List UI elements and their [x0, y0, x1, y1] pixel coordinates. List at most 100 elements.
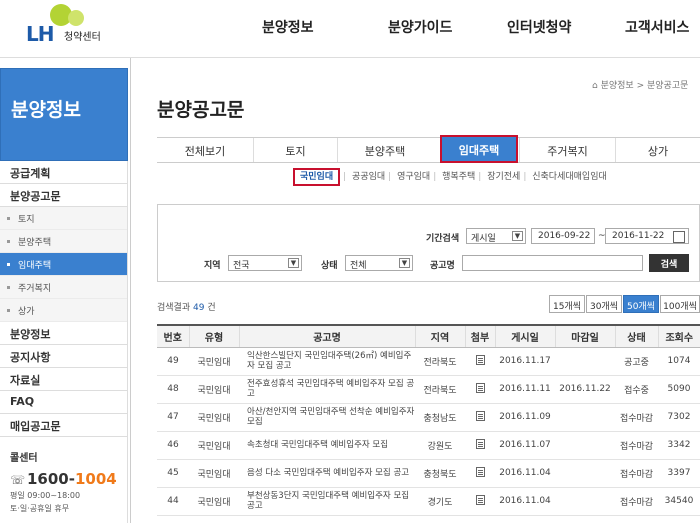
sidebar-subitem-housing-welfare[interactable]: 주거복지 [0, 276, 127, 299]
category-tabs: 전체보기 토지 분양주택 임대주택 주거복지 상가 [157, 135, 700, 163]
tab-housing-welfare[interactable]: 주거복지 [519, 138, 615, 162]
cell-title-link[interactable]: 음성 다소 국민임대주택 예비입주자 모집 공고 [239, 459, 415, 488]
result-number: 49 [193, 303, 205, 313]
region-select[interactable]: 전국 ▼ [228, 255, 302, 271]
tab-land[interactable]: 토지 [253, 138, 337, 162]
cell-region: 경기도 [415, 487, 465, 516]
date-to-input[interactable]: 2016-11-22 [605, 228, 689, 244]
table-row[interactable]: 44 국민임대 부천상동3단지 국민임대주택 예비입주자 모집 공고 경기도 2… [157, 487, 700, 516]
sidebar-item-supply-plan[interactable]: 공급계획 [0, 161, 127, 184]
cell-deadline [555, 459, 615, 488]
attachment-icon[interactable] [475, 438, 485, 449]
subtab-divider: | [433, 172, 437, 182]
subtab-public-rental[interactable]: 공공임대 [352, 172, 385, 182]
cell-views: 3397 [658, 459, 700, 488]
cell-deadline [555, 347, 615, 376]
cell-no: 46 [157, 431, 189, 460]
calendar-icon[interactable] [673, 231, 685, 243]
table-row[interactable]: 48 국민임대 전주효성휴석 국민임대주택 예비입주자 모집 공고 전라북도 2… [157, 375, 700, 404]
pagesize-100[interactable]: 100개씩 [660, 295, 700, 313]
pagesize-50[interactable]: 50개씩 [623, 295, 659, 313]
sidebar-item-purchase-notices[interactable]: 매입공고문 [0, 414, 127, 437]
period-label: 기간검색 [426, 234, 460, 244]
notice-name-input[interactable] [462, 255, 643, 271]
subtab-divider: | [478, 172, 482, 182]
cell-title-link[interactable]: 전주효성휴석 국민임대주택 예비입주자 모집 공고 [239, 375, 415, 404]
subtab-permanent-rental[interactable]: 영구임대 [397, 172, 430, 182]
table-row[interactable]: 46 국민임대 속초청대 국민임대주택 예비입주자 모집 강원도 2016.11… [157, 431, 700, 460]
cell-title-link[interactable]: 익산한스빌단지 국민임대주택(26㎡) 예비입주자 모집 공고 [239, 347, 415, 376]
attachment-icon[interactable] [475, 354, 485, 365]
nav-internet-subscription[interactable]: 인터넷청약 [507, 17, 571, 37]
logo-mark: LH [26, 22, 55, 46]
cell-posted: 2016.11.04 [495, 487, 555, 516]
table-row[interactable]: 45 국민임대 음성 다소 국민임대주택 예비입주자 모집 공고 충청북도 20… [157, 459, 700, 488]
col-header-title[interactable]: 공고명 [238, 324, 415, 348]
period-type-select[interactable]: 게시일 ▼ [466, 228, 526, 244]
sidebar-subitem-land[interactable]: 토지 [0, 207, 127, 230]
status-value: 전체 [350, 261, 367, 271]
sidebar-subitem-commercial[interactable]: 상가 [0, 299, 127, 322]
breadcrumb: ⌂ 분양정보 > 분양공고문 [592, 78, 688, 91]
logo-circle-small [68, 10, 84, 26]
status-select[interactable]: 전체 ▼ [345, 255, 413, 271]
sidebar-item-faq[interactable]: FAQ [0, 391, 127, 414]
cell-title-link[interactable]: 부천상동3단지 국민임대주택 예비입주자 모집 공고 [239, 487, 415, 516]
cell-attachment [465, 375, 495, 404]
col-header-status[interactable]: 상태 [614, 324, 658, 348]
cell-views: 34540 [658, 487, 700, 516]
result-count: 검색결과 49 건 [157, 300, 216, 313]
col-header-deadline[interactable]: 마감일 [554, 324, 615, 348]
pagesize-30[interactable]: 30개씩 [586, 295, 622, 313]
cell-views: 7302 [658, 403, 700, 432]
sidebar-item-announcements[interactable]: 분양공고문 [0, 184, 127, 207]
tab-commercial[interactable]: 상가 [615, 138, 700, 162]
table-row[interactable]: 47 국민임대 아산/천안지역 국민임대주택 선착순 예비입주자 모집 충청남도… [157, 403, 700, 432]
nav-sales-guide[interactable]: 분양가이드 [388, 17, 452, 37]
col-header-region[interactable]: 지역 [414, 324, 465, 348]
attachment-icon[interactable] [475, 410, 485, 421]
cell-deadline [555, 403, 615, 432]
subtab-happy-housing[interactable]: 행복주택 [442, 172, 475, 182]
col-header-type[interactable]: 유형 [188, 324, 239, 348]
date-from-input[interactable]: 2016-09-22 [531, 228, 595, 244]
cell-deadline [555, 431, 615, 460]
sidebar-subitem-rental-housing[interactable]: 임대주택 [0, 253, 127, 276]
col-header-views[interactable]: 조회수 [657, 324, 700, 348]
cell-type: 국민임대 [189, 459, 239, 488]
nav-customer-service[interactable]: 고객서비스 [625, 17, 689, 37]
cell-views: 5090 [658, 375, 700, 404]
cell-title-link[interactable]: 속초청대 국민임대주택 예비입주자 모집 [239, 431, 415, 460]
logo-subtitle: 청약센터 [64, 32, 101, 43]
col-header-posted[interactable]: 게시일 [494, 324, 555, 348]
cell-attachment [465, 431, 495, 460]
cell-title-link[interactable]: 아산/천안지역 국민임대주택 선착순 예비입주자 모집 [239, 403, 415, 432]
attachment-icon[interactable] [475, 494, 485, 505]
home-icon[interactable]: ⌂ [592, 81, 598, 91]
sidebar-item-resources[interactable]: 자료실 [0, 368, 127, 391]
attachment-icon[interactable] [475, 466, 485, 477]
nav-sales-info[interactable]: 분양정보 [262, 17, 314, 37]
tab-all[interactable]: 전체보기 [157, 138, 253, 162]
sidebar-item-sales-info[interactable]: 분양정보 [0, 322, 127, 345]
table-row[interactable]: 49 국민임대 익산한스빌단지 국민임대주택(26㎡) 예비입주자 모집 공고 … [157, 347, 700, 376]
pagesize-15[interactable]: 15개씩 [549, 295, 585, 313]
cell-status: 접수마감 [615, 487, 658, 516]
col-header-no[interactable]: 번호 [157, 324, 189, 348]
cell-type: 국민임대 [189, 431, 239, 460]
sidebar-subitem-sale-housing[interactable]: 분양주택 [0, 230, 127, 253]
attachment-icon[interactable] [475, 382, 485, 393]
tab-rental-housing[interactable]: 임대주택 [440, 135, 518, 163]
col-header-attachment[interactable]: 첨부 [464, 324, 495, 348]
subtab-national-rental[interactable]: 국민임대 [293, 168, 341, 186]
lh-logo[interactable]: LH 청약센터 [26, 4, 136, 50]
notice-name-label: 공고명 [430, 261, 455, 271]
tab-sale-housing[interactable]: 분양주택 [337, 138, 432, 162]
subtab-new-multiplex-purchase[interactable]: 신축다세대매입임대 [532, 172, 607, 182]
subtab-long-term-lease[interactable]: 장기전세 [487, 172, 520, 182]
cell-status: 공고중 [615, 347, 658, 376]
sidebar-item-notices[interactable]: 공지사항 [0, 345, 127, 368]
search-button[interactable]: 검색 [649, 254, 689, 272]
cell-attachment [465, 403, 495, 432]
cell-attachment [465, 487, 495, 516]
